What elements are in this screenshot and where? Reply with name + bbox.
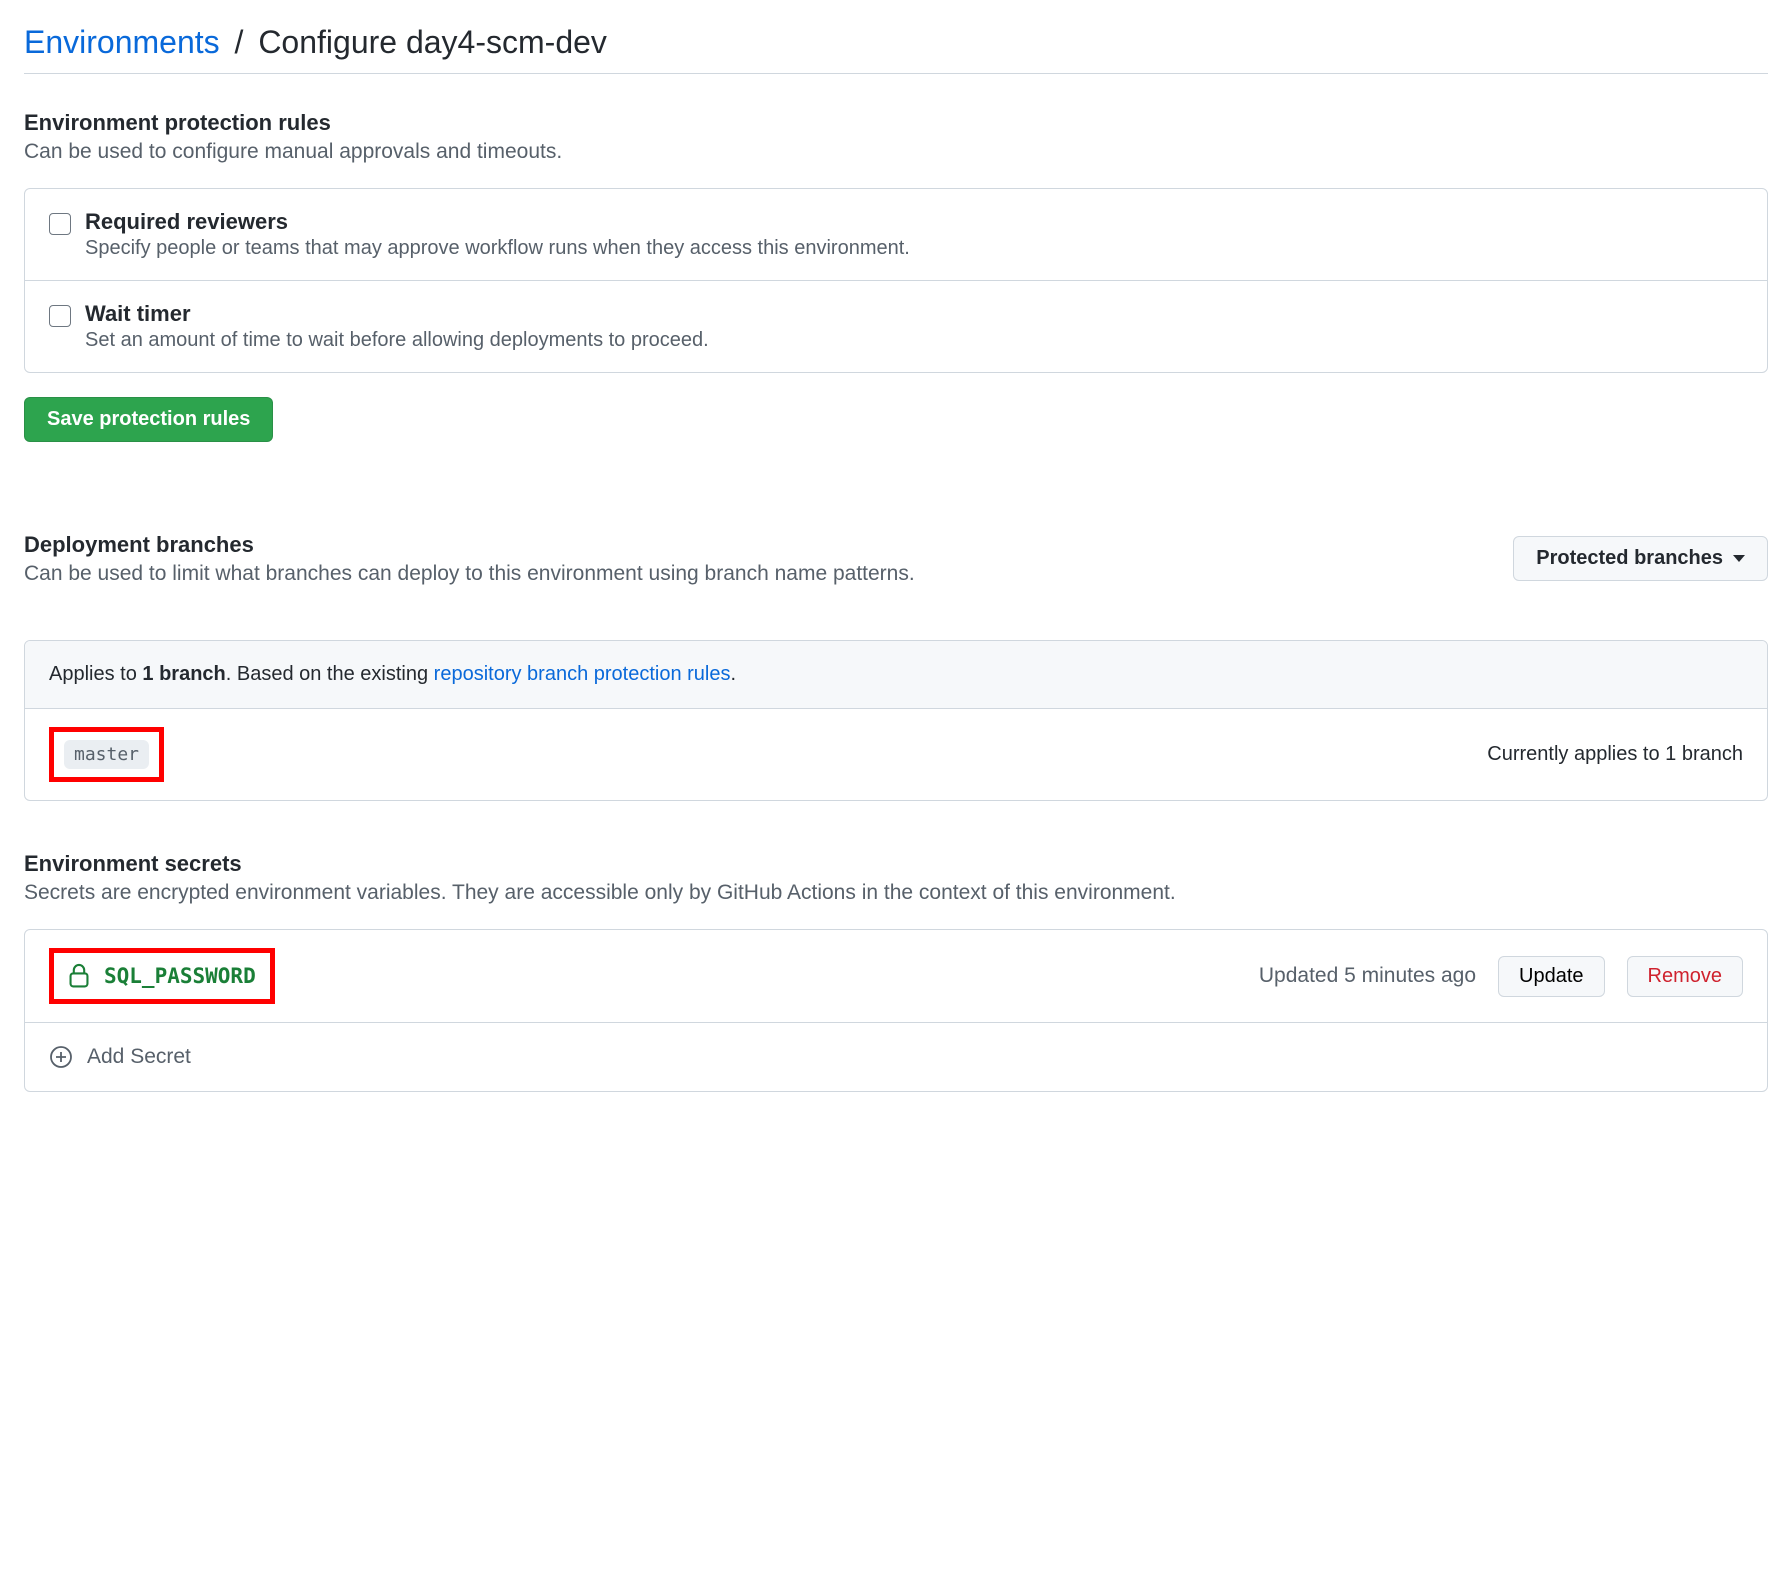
applies-count: 1 branch (142, 663, 225, 685)
branch-row: master Currently applies to 1 branch (25, 709, 1767, 800)
breadcrumb: Environments / Configure day4-scm-dev (24, 24, 1768, 74)
breadcrumb-separator: / (229, 24, 250, 60)
branch-header: Applies to 1 branch. Based on the existi… (25, 641, 1767, 709)
branch-row-right-text: Currently applies to 1 branch (1487, 743, 1743, 766)
save-protection-rules-button[interactable]: Save protection rules (24, 397, 273, 442)
plus-circle-icon (49, 1045, 73, 1069)
protection-rules-desc: Can be used to configure manual approval… (24, 140, 1768, 164)
environment-secrets-desc: Secrets are encrypted environment variab… (24, 881, 1768, 905)
deployment-branches-title: Deployment branches (24, 532, 1489, 558)
breadcrumb-current: Configure day4-scm-dev (258, 24, 607, 60)
wait-timer-checkbox[interactable] (49, 305, 71, 327)
branch-panel: Applies to 1 branch. Based on the existi… (24, 640, 1768, 801)
dropdown-label: Protected branches (1536, 547, 1723, 570)
environment-secrets-title: Environment secrets (24, 851, 1768, 877)
applies-suffix: . Based on the existing (226, 663, 434, 685)
chevron-down-icon (1733, 555, 1745, 562)
rule-desc: Specify people or teams that may approve… (85, 237, 910, 260)
lock-icon (68, 963, 90, 989)
required-reviewers-checkbox[interactable] (49, 213, 71, 235)
rule-desc: Set an amount of time to wait before all… (85, 329, 709, 352)
rule-required-reviewers: Required reviewers Specify people or tea… (25, 189, 1767, 281)
secret-updated-text: Updated 5 minutes ago (1259, 964, 1476, 988)
add-secret-button[interactable]: Add Secret (25, 1023, 1767, 1091)
rule-wait-timer: Wait timer Set an amount of time to wait… (25, 281, 1767, 372)
breadcrumb-link-environments[interactable]: Environments (24, 24, 220, 60)
secrets-panel: SQL_PASSWORD Updated 5 minutes ago Updat… (24, 929, 1768, 1092)
branch-chip-master: master (64, 740, 149, 769)
branch-highlight: master (49, 727, 164, 782)
deployment-branches-dropdown[interactable]: Protected branches (1513, 536, 1768, 581)
applies-prefix: Applies to (49, 663, 142, 685)
secret-row: SQL_PASSWORD Updated 5 minutes ago Updat… (25, 930, 1767, 1023)
remove-secret-button[interactable]: Remove (1627, 956, 1743, 997)
add-secret-label: Add Secret (87, 1045, 191, 1069)
protection-rules-panel: Required reviewers Specify people or tea… (24, 188, 1768, 373)
period: . (731, 663, 737, 685)
protection-rules-title: Environment protection rules (24, 110, 1768, 136)
deployment-branches-desc: Can be used to limit what branches can d… (24, 562, 1489, 586)
secret-highlight: SQL_PASSWORD (49, 948, 275, 1004)
repo-branch-protection-link[interactable]: repository branch protection rules (434, 663, 731, 685)
update-secret-button[interactable]: Update (1498, 956, 1605, 997)
rule-title: Wait timer (85, 301, 709, 327)
secret-name: SQL_PASSWORD (104, 964, 256, 988)
rule-title: Required reviewers (85, 209, 910, 235)
